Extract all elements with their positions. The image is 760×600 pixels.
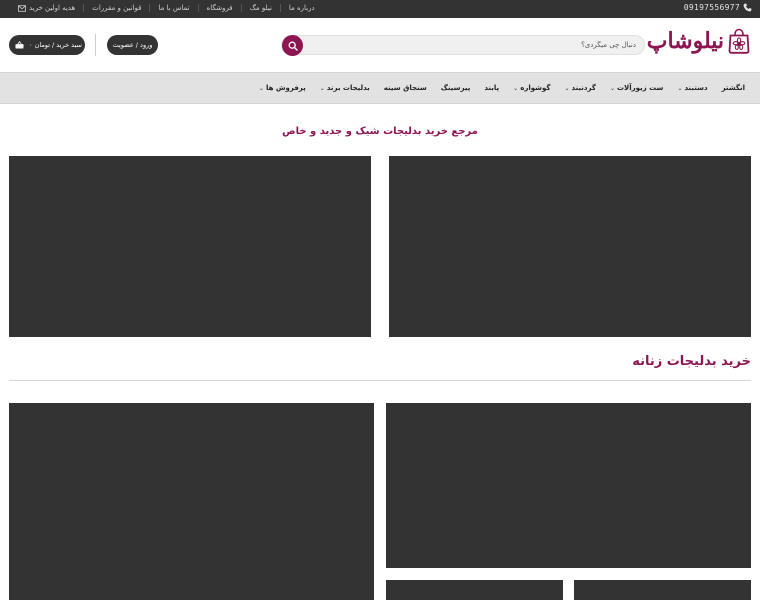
cart-button[interactable]: سبد خرید / تومان ۰ (9, 35, 85, 55)
top-links: درباره ما نیلو مگ فروشگاه تماس با ما قوا… (10, 4, 323, 12)
nav-item-label: بدلیجات برند (326, 84, 370, 92)
envelope-icon (18, 4, 26, 12)
login-button[interactable]: ورود / عضویت (107, 35, 158, 55)
logo[interactable]: نیلوشاپ (647, 28, 750, 54)
topbar-link-shop[interactable]: فروشگاه (197, 4, 241, 12)
banner-image[interactable] (389, 156, 751, 337)
category-image[interactable] (9, 403, 374, 600)
topbar-link-rules[interactable]: قوانین و مقررات (83, 4, 149, 12)
search-button[interactable] (282, 35, 303, 56)
nav-item-label: دستبند (684, 84, 708, 92)
chevron-down-icon: ⌄ (513, 84, 519, 92)
nav-item-rings[interactable]: انگشتر (715, 84, 752, 92)
topbar-link-gift[interactable]: هدیه اولین خرید (10, 4, 83, 12)
nav-item-brand-jewelry[interactable]: بدلیجات برند ⌄ (313, 84, 377, 92)
nav-item-label: ست زیورآلات (616, 84, 664, 92)
topbar-link-about[interactable]: درباره ما (279, 4, 323, 12)
search-input[interactable] (316, 38, 636, 52)
nav-item-label: گردنبند (571, 84, 596, 92)
nav-item-necklaces[interactable]: گردنبند ⌄ (558, 84, 603, 92)
nav-item-label: انگشتر (721, 84, 745, 92)
nav-item-label: گوشواره (520, 84, 551, 92)
banner-image[interactable] (9, 156, 371, 337)
category-image[interactable] (574, 580, 751, 600)
search-bar (281, 35, 645, 56)
page-tagline: مرجع خرید بدلیجات شیک و جدید و خاص (282, 126, 478, 137)
phone-icon (743, 3, 752, 12)
nav-item-bracelets[interactable]: دستبند ⌄ (670, 84, 714, 92)
chevron-down-icon: ⌄ (564, 84, 570, 92)
chevron-down-icon: ⌄ (258, 84, 264, 92)
phone-number-text: 09197556977 (683, 3, 740, 12)
chevron-down-icon: ⌄ (609, 84, 615, 92)
nav-item-label: پیرسینگ (440, 84, 471, 92)
nav-item-label: پرفروش ها (265, 84, 306, 92)
chevron-down-icon: ⌄ (319, 84, 325, 92)
category-image[interactable] (386, 403, 751, 568)
shopping-bag-flower-icon (728, 28, 750, 54)
nav-item-jewelry-sets[interactable]: ست زیورآلات ⌄ (603, 84, 671, 92)
nav-item-label: پابند (484, 84, 500, 92)
main-nav: انگشتر دستبند ⌄ ست زیورآلات ⌄ گردنبند ⌄ گوش… (0, 72, 760, 104)
category-image[interactable] (386, 580, 563, 600)
nav-item-earrings[interactable]: گوشواره ⌄ (506, 84, 557, 92)
top-bar: درباره ما نیلو مگ فروشگاه تماس با ما قوا… (0, 0, 760, 18)
section-title: خرید بدلیجات زنانه (632, 354, 751, 369)
nav-item-bestsellers[interactable]: پرفروش ها ⌄ (252, 84, 313, 92)
phone-number[interactable]: 09197556977 (684, 3, 752, 12)
chevron-down-icon: ⌄ (677, 84, 683, 92)
header: نیلوشاپ ورود / عضویت سبد خرید / تومان ۰ (0, 18, 760, 72)
nav-item-brooches[interactable]: سنجاق سینه (377, 84, 434, 92)
section-divider (9, 380, 751, 381)
search-icon (288, 41, 298, 51)
nav-item-anklets[interactable]: پابند (477, 84, 506, 92)
logo-text: نیلوشاپ (646, 28, 724, 54)
gift-label: هدیه اولین خرید (29, 4, 76, 12)
nav-item-piercing[interactable]: پیرسینگ (434, 84, 478, 92)
topbar-link-mag[interactable]: نیلو مگ (240, 4, 280, 12)
topbar-link-contact[interactable]: تماس با ما (149, 4, 197, 12)
cart-label: سبد خرید / تومان ۰ (29, 41, 83, 49)
shopping-basket-icon (15, 41, 24, 49)
header-divider (95, 34, 96, 56)
nav-item-label: سنجاق سینه (383, 84, 427, 92)
